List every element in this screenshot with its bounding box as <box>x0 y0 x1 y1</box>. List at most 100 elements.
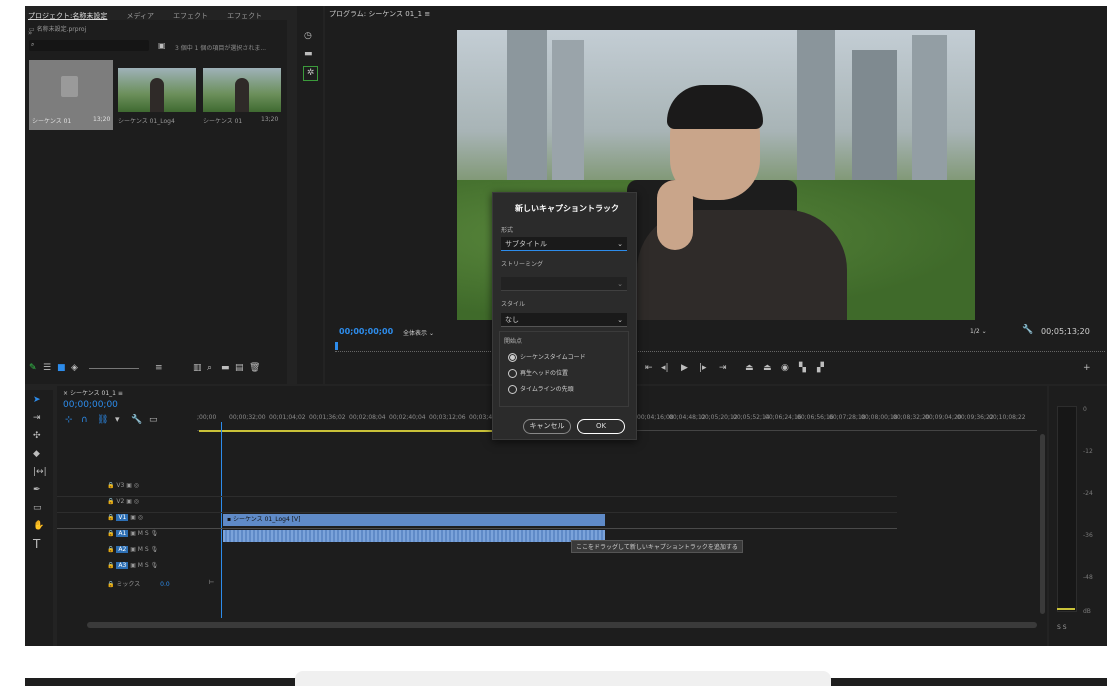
tab-effects[interactable]: エフェクト <box>173 9 208 23</box>
chevron-down-icon: ⌄ <box>617 240 623 248</box>
slip-icon[interactable]: |↔| <box>33 466 47 478</box>
camera-icon[interactable]: ◉ <box>781 362 789 374</box>
style-select[interactable]: なし ⌄ <box>501 313 627 327</box>
timeline-timecode[interactable]: 00;00;00;00 <box>63 400 118 410</box>
meter-solo-buttons[interactable]: S S <box>1057 624 1067 631</box>
timeline-tools: ⊹ ∩ ⛓ ▾ 🔧 ▭ <box>65 414 185 426</box>
quality-dropdown[interactable]: 1/2 ⌄ <box>970 328 987 335</box>
freeform-view-icon[interactable]: ◈ <box>71 362 78 374</box>
timeline-horizontal-scrollbar[interactable] <box>87 622 1037 628</box>
new-item-icon[interactable]: ▤ <box>235 362 244 374</box>
type-tool-icon[interactable]: T <box>33 538 40 550</box>
audio-clip[interactable] <box>223 530 605 542</box>
selection-info: 3 個中 1 個の項目が選択されま... <box>175 45 267 52</box>
folder-icon[interactable]: ▬ <box>304 48 313 60</box>
wrench-icon[interactable]: 🔧 <box>131 414 142 426</box>
gear-icon[interactable]: ✲ <box>303 66 318 81</box>
new-bin-icon[interactable]: ▣ <box>158 40 166 52</box>
tools-panel: ➤ ⇥ ✣ ◆ |↔| ✒ ▭ ✋ T <box>25 390 53 646</box>
pencil-icon[interactable]: ✎ <box>29 362 37 374</box>
fit-dropdown[interactable]: 全体表示 ⌄ <box>403 328 434 337</box>
settings-wrench-icon[interactable]: 🔧 <box>1022 324 1033 336</box>
search-icon: ⌕ <box>31 41 35 48</box>
chevron-down-icon: ⌄ <box>617 280 623 288</box>
track-header-a2[interactable]: 🔒 A2 ▣ M S 🎙 <box>107 546 158 553</box>
timeline-tab[interactable]: × シーケンス 01_1 ≡ <box>63 388 123 397</box>
mark-in-icon[interactable]: ⇤ <box>645 362 653 374</box>
linked-icon[interactable]: ⛓ <box>97 414 108 426</box>
project-item[interactable]: シーケンス 01 13;20 <box>203 60 283 130</box>
option-playhead[interactable]: 再生ヘッドの位置 <box>508 368 568 378</box>
project-item[interactable]: シーケンス 01 13;20 <box>29 60 113 130</box>
pen-icon[interactable]: ✒ <box>33 484 41 496</box>
compare-icon[interactable]: ▚ <box>799 362 806 374</box>
track-header-a1[interactable]: 🔒 A1 ▣ M S 🎙 <box>107 530 158 537</box>
person-hair <box>667 85 763 129</box>
history-icon[interactable]: ◷ <box>304 30 312 42</box>
step-back-icon[interactable]: ◂| <box>661 362 669 374</box>
thumbnail <box>203 68 281 112</box>
icon-view-icon[interactable]: ■ <box>57 362 66 374</box>
trash-icon[interactable]: 🗑 <box>249 362 260 374</box>
add-button-icon[interactable]: + <box>1083 362 1091 374</box>
list-view-icon[interactable]: ☰ <box>43 362 51 374</box>
selection-tool-icon[interactable]: ➤ <box>33 394 41 406</box>
program-timecode-left[interactable]: 00;00;00;00 <box>339 327 393 336</box>
cancel-button[interactable]: キャンセル <box>523 419 571 434</box>
ok-button[interactable]: OK <box>577 419 625 434</box>
go-to-out-icon[interactable]: ⇥ <box>719 362 727 374</box>
extract-icon[interactable]: ⏏ <box>763 362 772 374</box>
razor-icon[interactable]: ◆ <box>33 448 40 460</box>
automate-icon[interactable]: ▥ <box>193 362 202 374</box>
project-search-input[interactable]: ⌕ <box>29 40 149 51</box>
mix-end-icon: ⊢ <box>209 579 215 586</box>
step-forward-icon[interactable]: |▸ <box>699 362 707 374</box>
zoom-slider[interactable] <box>89 368 139 369</box>
multi-icon[interactable]: ▞ <box>817 362 824 374</box>
marker-icon[interactable]: ▾ <box>115 414 120 426</box>
program-tab[interactable]: プログラム: シーケンス 01_1 ≡ <box>329 9 430 19</box>
hand-icon[interactable]: ✋ <box>33 520 44 532</box>
lift-icon[interactable]: ⏏ <box>745 362 754 374</box>
video-clip[interactable]: ▪ シーケンス 01_Log4 [V] <box>223 514 605 526</box>
radio-icon <box>508 369 517 378</box>
new-bin-icon[interactable]: ▬ <box>221 362 230 374</box>
mix-track[interactable]: 🔒 ミックス 0.0 <box>107 579 170 588</box>
caption-icon[interactable]: ▭ <box>149 414 158 426</box>
track-select-icon[interactable]: ⇥ <box>33 412 41 424</box>
bottom-scroll-pill[interactable] <box>295 671 831 686</box>
track-header-v3[interactable]: 🔒 V3 ▣ ◎ <box>107 482 139 489</box>
sort-icon[interactable]: ≡ <box>155 362 163 374</box>
program-playhead[interactable] <box>335 342 338 350</box>
track-header-v1[interactable]: 🔒 V1 ▣ ◎ <box>107 514 143 521</box>
nest-icon[interactable]: ⊹ <box>65 414 73 426</box>
streaming-select[interactable]: ⌄ <box>501 277 627 291</box>
rectangle-icon[interactable]: ▭ <box>33 502 42 514</box>
option-timeline-start[interactable]: タイムラインの先頭 <box>508 384 574 394</box>
meter-label: -24 <box>1083 490 1093 497</box>
folder-icon: ▭ <box>29 26 37 33</box>
tab-effects-2[interactable]: エフェクト <box>227 9 262 23</box>
program-scrubber[interactable] <box>335 346 1105 352</box>
premiere-window: プロジェクト:名称未設定 メディア エフェクト エフェクト » ▭ 名称未設定.… <box>25 6 1107 646</box>
track-header-v2[interactable]: 🔒 V2 ▣ ◎ <box>107 498 139 505</box>
find-icon[interactable]: ⌕ <box>207 362 212 374</box>
ripple-edit-icon[interactable]: ✣ <box>33 430 41 442</box>
tab-media[interactable]: メディア <box>126 9 154 23</box>
project-panel: プロジェクト:名称未設定 メディア エフェクト エフェクト » ▭ 名称未設定.… <box>25 6 287 384</box>
start-label: 開始点 <box>504 338 523 345</box>
timeline-vertical-scrollbar[interactable] <box>1040 434 1045 614</box>
project-item-duration: 13;20 <box>261 116 279 123</box>
project-item[interactable]: シーケンス 01_Log4 <box>118 60 198 130</box>
format-select[interactable]: サブタイトル ⌄ <box>501 237 627 251</box>
snap-icon[interactable]: ∩ <box>81 414 88 426</box>
meter-label: -12 <box>1083 448 1093 455</box>
play-icon[interactable]: ▶ <box>681 362 688 374</box>
thumbnail <box>118 68 196 112</box>
tab-project[interactable]: プロジェクト:名称未設定 <box>28 9 107 23</box>
track-header-a3[interactable]: 🔒 A3 ▣ M S 🎙 <box>107 562 158 569</box>
timeline-playhead[interactable] <box>221 422 222 618</box>
option-sequence-timecode[interactable]: シーケンスタイムコード <box>508 352 586 362</box>
chevron-down-icon: ⌄ <box>428 330 434 337</box>
style-label: スタイル <box>501 301 526 308</box>
